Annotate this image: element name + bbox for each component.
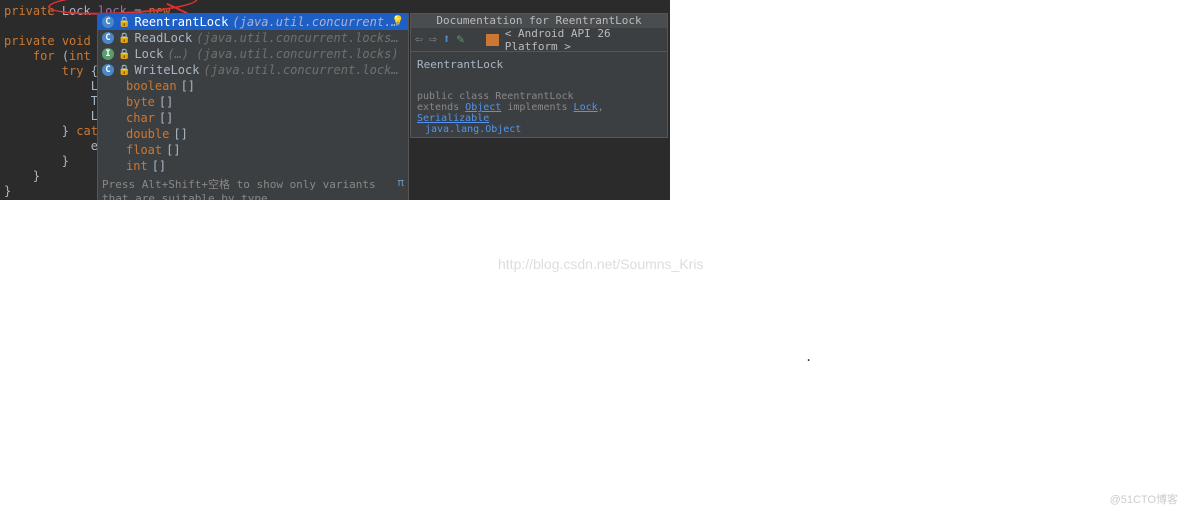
class-icon: C <box>102 64 114 76</box>
suggestion-item[interactable]: double [] <box>98 126 408 142</box>
suggestion-package: (java.util.concurrent.locks.ReentrantRea… <box>196 31 404 45</box>
suggestion-item[interactable]: C 🔒 WriteLock (java.util.concurrent.locks.… <box>98 62 408 78</box>
keyword: void <box>62 34 91 48</box>
doc-declaration: public class ReentrantLock extends Objec… <box>417 91 661 135</box>
doc-link-object[interactable]: Object <box>465 102 501 113</box>
brackets: [] <box>152 159 166 173</box>
suggestion-item[interactable]: boolean [] <box>98 78 408 94</box>
watermark: http://blog.csdn.net/Soumns_Kris <box>498 256 703 272</box>
lock-icon: 🔒 <box>118 17 130 28</box>
suggestion-name: Lock <box>134 47 163 61</box>
keyword: int <box>69 49 91 63</box>
suggestion-name: ReentrantLock <box>134 15 228 29</box>
brackets: [] <box>181 79 195 93</box>
suggestion-name: WriteLock <box>134 63 199 77</box>
brackets: [] <box>173 127 187 141</box>
keyword: try <box>62 64 84 78</box>
documentation-panel: Documentation for ReentrantLock ⇦ ⇨ ⬆ ✎ … <box>410 13 668 138</box>
suggestion-item[interactable]: C 🔒 ReentrantLock (java.util.concurrent.lo… <box>98 14 408 30</box>
ide-editor: private Lock lock = new private void wri… <box>0 0 670 200</box>
primitive-type: byte <box>102 95 155 109</box>
suggestion-name: ReadLock <box>134 31 192 45</box>
keyword: for <box>33 49 55 63</box>
suggestion-package: (java.util.concurrent.locks) <box>232 15 404 29</box>
edit-icon[interactable]: ✎ <box>456 32 464 47</box>
type: Lock <box>62 4 91 18</box>
footer-watermark: @51CTO博客 <box>1110 491 1178 507</box>
bulb-icon[interactable]: 💡 <box>392 16 404 27</box>
primitive-type: boolean <box>102 79 177 93</box>
suggestion-item[interactable]: char [] <box>98 110 408 126</box>
primitive-type: int <box>102 159 148 173</box>
keyword: private <box>4 34 55 48</box>
up-icon[interactable]: ⬆ <box>443 32 451 47</box>
class-icon: I <box>102 48 114 60</box>
brackets: [] <box>159 111 173 125</box>
lock-icon: 🔒 <box>118 33 130 44</box>
back-icon[interactable]: ⇦ <box>415 32 423 47</box>
primitive-type: double <box>102 127 169 141</box>
class-icon: C <box>102 16 114 28</box>
suggestion-item[interactable]: byte [] <box>98 94 408 110</box>
lock-icon: 🔒 <box>118 65 130 76</box>
suggestion-package: (java.util.concurrent.locks.ReentrantRea… <box>203 63 404 77</box>
suggestion-item[interactable]: int [] <box>98 158 408 174</box>
suggestion-package: (…) (java.util.concurrent.locks) <box>167 47 398 61</box>
suggestion-item[interactable]: float [] <box>98 142 408 158</box>
dot: . <box>805 350 812 364</box>
autocomplete-popup: 💡 C 🔒 ReentrantLock (java.util.concurrent.… <box>97 13 409 200</box>
class-icon: C <box>102 32 114 44</box>
doc-body: ReentrantLock public class ReentrantLock… <box>411 52 667 138</box>
primitive-type: char <box>102 111 155 125</box>
doc-link-serializable[interactable]: Serializable <box>417 113 489 124</box>
forward-icon[interactable]: ⇨ <box>429 32 437 47</box>
hint-text: Press Alt+Shift+空格 to show only variants… <box>102 176 397 200</box>
doc-link-lock[interactable]: Lock <box>574 102 598 113</box>
hint-bar: Press Alt+Shift+空格 to show only variants… <box>98 174 408 200</box>
api-label: < Android API 26 Platform > <box>505 27 663 53</box>
doc-type-icon <box>486 34 498 46</box>
suggestion-item[interactable]: C 🔒 ReadLock (java.util.concurrent.locks.R… <box>98 30 408 46</box>
lock-icon: 🔒 <box>118 49 130 60</box>
pi-icon[interactable]: π <box>397 176 404 200</box>
primitive-type: float <box>102 143 162 157</box>
keyword: private <box>4 4 55 18</box>
brackets: [] <box>166 143 180 157</box>
brackets: [] <box>159 95 173 109</box>
doc-classname: ReentrantLock <box>417 58 661 71</box>
suggestion-item[interactable]: I 🔒 Lock (…) (java.util.concurrent.locks) <box>98 46 408 62</box>
doc-toolbar: ⇦ ⇨ ⬆ ✎ < Android API 26 Platform > <box>411 28 667 52</box>
